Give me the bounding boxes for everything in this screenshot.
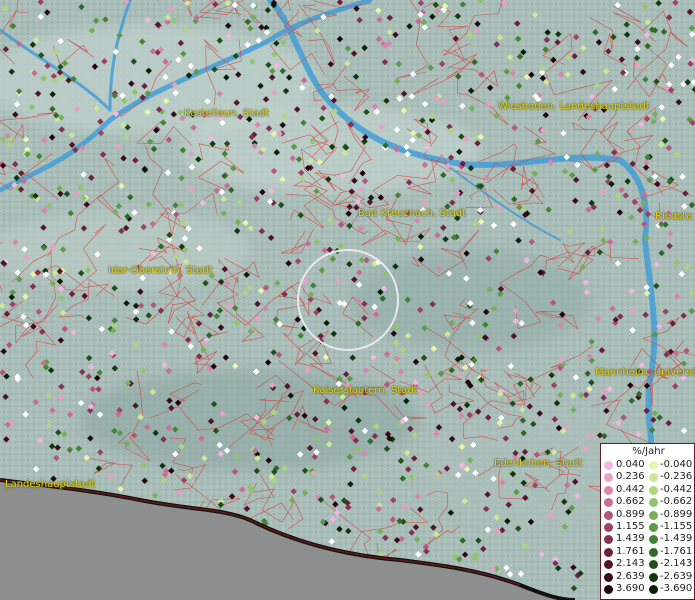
city-label: Riedsta: [655, 211, 693, 222]
legend-value-positive: 1.439: [616, 533, 645, 545]
legend: %/Jahr 0.040 -0.040 0.236 -0.236 0.442 -0.442…: [600, 443, 695, 600]
legend-value-negative: -1.761: [660, 545, 693, 557]
legend-swatch-negative: [649, 572, 658, 582]
legend-value-positive: 2.639: [616, 570, 645, 582]
legend-value-negative: -2.639: [660, 570, 693, 582]
map-canvas[interactable]: [0, 0, 695, 600]
legend-swatch-positive: [604, 585, 613, 594]
legend-swatch-positive: [604, 560, 613, 570]
legend-swatch-positive: [604, 510, 613, 520]
legend-row: 0.236 -0.236: [601, 471, 695, 483]
legend-value-positive: 0.899: [616, 508, 645, 520]
legend-swatch-negative: [649, 547, 658, 557]
city-label: Bad Kreuznach, Stadt: [358, 208, 467, 219]
legend-value-negative: -0.442: [660, 483, 693, 495]
legend-value-negative: -0.236: [660, 471, 693, 483]
legend-swatch-negative: [649, 510, 658, 520]
legend-value-positive: 3.690: [616, 583, 645, 594]
city-label: Mannheim, Universit: [595, 367, 695, 378]
legend-swatch-negative: [649, 585, 658, 594]
legend-swatch-positive: [604, 572, 613, 582]
legend-swatch-negative: [649, 473, 658, 483]
legend-value-negative: -1.155: [660, 521, 693, 532]
city-label: Wiesbaden, Landeshauptstadt: [498, 101, 650, 112]
legend-swatch-positive: [604, 485, 613, 495]
legend-swatch-negative: [649, 560, 658, 570]
legend-value-positive: 0.662: [616, 496, 645, 508]
legend-swatch-positive: [604, 523, 613, 532]
city-label: Landeshauptstadt: [5, 479, 96, 490]
legend-value-positive: 0.442: [616, 483, 645, 495]
legend-swatch-negative: [649, 535, 658, 545]
city-label: Kastellaun, Stadt: [184, 108, 270, 119]
legend-row: 0.662 -0.662: [601, 496, 695, 508]
legend-swatch-positive: [604, 473, 613, 483]
legend-value-positive: 1.761: [616, 545, 645, 557]
legend-value-positive: 1.155: [616, 521, 645, 532]
legend-value-negative: -3.690: [660, 583, 693, 594]
city-label: Idar-Oberstein, Stadt: [108, 265, 213, 276]
legend-value-positive: 2.143: [616, 558, 645, 570]
legend-value-negative: -2.143: [660, 558, 693, 570]
city-label: Kaiserslautern, Stadt: [313, 385, 418, 396]
legend-row: 1.761 -1.761: [601, 546, 695, 558]
legend-swatch-positive: [604, 498, 613, 508]
legend-swatch-negative: [649, 498, 658, 508]
legend-value-positive: 0.236: [616, 471, 645, 483]
legend-title: %/Jahr: [632, 446, 665, 457]
legend-swatch-negative: [649, 523, 658, 532]
legend-swatch-negative: [649, 461, 658, 470]
legend-value-positive: 0.040: [616, 459, 645, 470]
legend-row: 2.143 -2.143: [601, 558, 695, 570]
legend-swatch-positive: [604, 461, 613, 470]
legend-value-negative: -0.899: [660, 508, 693, 520]
legend-value-negative: -1.439: [660, 533, 693, 545]
legend-row: 2.639 -2.639: [601, 571, 695, 583]
legend-row: 0.899 -0.899: [601, 509, 695, 521]
legend-row: 0.040 -0.040: [601, 459, 695, 471]
legend-row: 0.442 -0.442: [601, 484, 695, 496]
legend-row: 1.439 -1.439: [601, 533, 695, 545]
legend-value-negative: -0.662: [660, 496, 693, 508]
city-label: Edenkoben, Stadt: [494, 458, 583, 469]
legend-row: 3.690 -3.690: [601, 583, 695, 595]
legend-value-negative: -0.040: [660, 459, 693, 470]
legend-swatch-negative: [649, 485, 658, 495]
legend-swatch-positive: [604, 535, 613, 545]
legend-swatch-positive: [604, 547, 613, 557]
legend-row: 1.155 -1.155: [601, 521, 695, 533]
